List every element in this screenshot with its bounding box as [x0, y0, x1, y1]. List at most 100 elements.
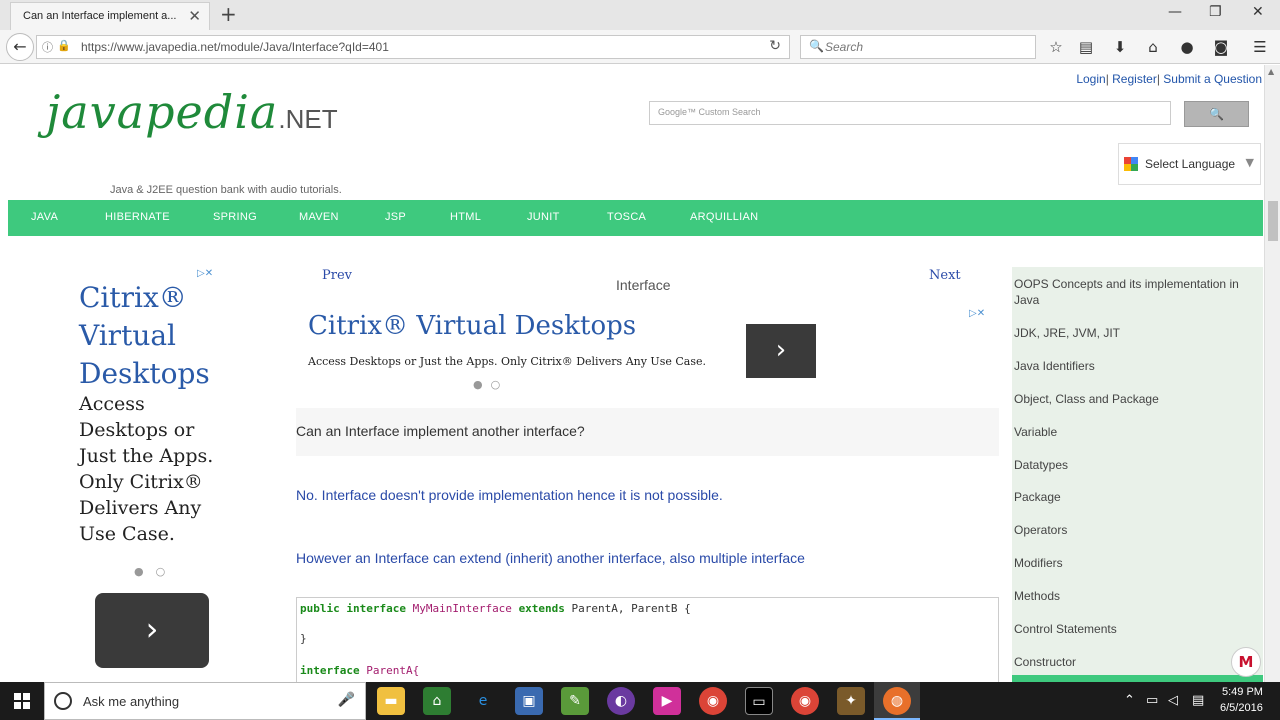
sidebar-item-control-statements[interactable]: Control Statements — [1014, 621, 1254, 637]
ad-choices-icon[interactable]: ▷✕ — [969, 308, 985, 319]
mcafee-icon[interactable]: M — [1231, 647, 1261, 677]
ad-title[interactable]: Citrix® Virtual Desktops — [308, 311, 636, 341]
ad-choices-icon[interactable]: ▷✕ — [197, 268, 213, 279]
url-text[interactable]: https://www.javapedia.net/module/Java/In… — [81, 40, 389, 54]
menu-item-spring[interactable]: SPRING — [213, 211, 257, 223]
cortana-search-input[interactable]: Ask me anything 🎤 — [44, 682, 366, 720]
ad-next-button[interactable]: › — [95, 593, 209, 668]
google-search-button[interactable]: 🔍 — [1184, 101, 1249, 127]
sidebar-item-jdk-jre[interactable]: JDK, JRE, JVM, JIT — [1014, 325, 1254, 341]
maximize-icon[interactable]: ❐ — [1209, 4, 1222, 20]
center-advertisement[interactable]: Citrix® Virtual Desktops Access Desktops… — [296, 305, 1000, 395]
tab-bar: Can an Interface implement a... ✕ + — ❐ … — [0, 0, 1280, 30]
sidebar-item-object-class[interactable]: Object, Class and Package — [1014, 391, 1254, 407]
window-close-icon[interactable]: ✕ — [1252, 4, 1264, 20]
next-link[interactable]: Next — [929, 268, 961, 283]
menu-icon[interactable]: ☰ — [1250, 38, 1270, 56]
sidebar-item-datatypes[interactable]: Datatypes — [1014, 457, 1254, 473]
logo-main: javapedia — [46, 85, 279, 139]
menu-item-jsp[interactable]: JSP — [385, 211, 406, 223]
url-bar[interactable]: ⓘ 🔒 https://www.javapedia.net/module/Jav… — [36, 35, 790, 59]
sidebar-item-methods[interactable]: Methods — [1014, 588, 1254, 604]
microphone-icon[interactable]: 🎤 — [338, 692, 355, 708]
minimize-icon[interactable]: — — [1168, 4, 1182, 20]
search-placeholder: Search — [825, 40, 864, 54]
submit-question-link[interactable]: Submit a Question — [1163, 72, 1262, 86]
sidebar-item-identifiers[interactable]: Java Identifiers — [1014, 358, 1254, 374]
close-icon[interactable]: ✕ — [188, 7, 201, 25]
media-app-icon[interactable]: ▶ — [653, 687, 681, 715]
internet-explorer-icon[interactable]: e — [469, 687, 497, 715]
windows-start-icon[interactable] — [14, 693, 30, 709]
left-advertisement[interactable]: ▷✕ Citrix® Virtual Desktops Access Deskt… — [70, 267, 230, 677]
menu-item-java[interactable]: JAVA — [31, 211, 58, 223]
store-icon[interactable]: ⌂ — [423, 687, 451, 715]
main-menu: JAVA HIBERNATE SPRING MAVEN JSP HTML JUN… — [8, 200, 1263, 236]
chevron-down-icon: ▼ — [1245, 156, 1254, 169]
ad-title[interactable]: Citrix® Virtual Desktops — [79, 279, 229, 393]
notepad-icon[interactable]: ✎ — [561, 687, 589, 715]
reload-icon[interactable]: ↻ — [769, 38, 781, 54]
google-search-placeholder: Google™ Custom Search — [658, 107, 761, 117]
google-search-input[interactable]: Google™ Custom Search — [649, 101, 1171, 125]
tab-title: Can an Interface implement a... — [23, 10, 177, 22]
sidebar-item-operators[interactable]: Operators — [1014, 522, 1254, 538]
question-text: Can an Interface implement another inter… — [296, 423, 585, 439]
topic-title: Interface — [616, 277, 671, 293]
download-icon[interactable]: ⬇ — [1110, 38, 1130, 56]
chrome-alt-icon[interactable]: ◉ — [791, 687, 819, 715]
volume-icon[interactable]: ◁ — [1168, 693, 1178, 708]
sidebar-item-oops[interactable]: OOPS Concepts and its implementation in … — [1014, 276, 1254, 308]
prev-link[interactable]: Prev — [322, 268, 352, 283]
sidebar-item-package[interactable]: Package — [1014, 489, 1254, 505]
file-explorer-icon[interactable]: ▬ — [377, 687, 405, 715]
clock-date[interactable]: 6/5/2016 — [1220, 702, 1263, 714]
eclipse-icon[interactable]: ◐ — [607, 687, 635, 715]
ad-body: Access Desktops or Just the Apps. Only C… — [308, 355, 706, 368]
pocket-icon[interactable]: ◙ — [1211, 38, 1231, 56]
chrome-icon[interactable]: ◉ — [699, 687, 727, 715]
command-prompt-icon[interactable]: ▭ — [745, 687, 773, 715]
bookmark-star-icon[interactable]: ☆ — [1046, 38, 1066, 56]
menu-item-maven[interactable]: MAVEN — [299, 211, 339, 223]
page-scrollbar[interactable]: ▲ — [1264, 65, 1280, 682]
chat-icon[interactable]: ● — [1177, 38, 1197, 56]
sidebar-item-modifiers[interactable]: Modifiers — [1014, 555, 1254, 571]
account-links: Login| Register| Submit a Question — [1076, 72, 1262, 86]
browser-search-input[interactable]: 🔍 Search — [800, 35, 1036, 59]
carousel-dots[interactable]: ●○ — [134, 565, 177, 578]
nav-bar: ← ⓘ 🔒 https://www.javapedia.net/module/J… — [0, 30, 1280, 64]
browser-tab[interactable]: Can an Interface implement a... ✕ — [10, 2, 210, 30]
web-page: Login| Register| Submit a Question javap… — [0, 65, 1280, 682]
site-logo[interactable]: javapedia.NET — [46, 85, 338, 165]
lock-icon[interactable]: 🔒 — [57, 39, 71, 52]
login-link[interactable]: Login — [1076, 72, 1105, 86]
new-tab-icon[interactable]: + — [220, 3, 237, 25]
clock-time[interactable]: 5:49 PM — [1222, 686, 1263, 698]
sidebar-item-constructor[interactable]: Constructor — [1014, 654, 1254, 670]
menu-item-arquillian[interactable]: ARQUILLIAN — [690, 211, 758, 223]
scroll-up-icon[interactable]: ▲ — [1268, 67, 1274, 76]
chevron-up-icon[interactable]: ⌃ — [1124, 693, 1135, 708]
notification-icon[interactable]: ▤ — [1192, 693, 1204, 708]
home-icon[interactable]: ⌂ — [1143, 38, 1163, 56]
menu-item-tosca[interactable]: TOSCA — [607, 211, 646, 223]
scroll-thumb[interactable] — [1268, 201, 1278, 241]
game-app-icon[interactable]: ✦ — [837, 687, 865, 715]
language-select[interactable]: Select Language ▼ — [1118, 143, 1261, 185]
network-icon[interactable]: ▣ — [515, 687, 543, 715]
carousel-dots[interactable]: ●○ — [473, 378, 508, 391]
back-button[interactable]: ← — [6, 33, 34, 61]
battery-icon[interactable]: ▭ — [1146, 693, 1158, 708]
ad-next-button[interactable]: › — [746, 324, 816, 378]
menu-item-hibernate[interactable]: HIBERNATE — [105, 211, 170, 223]
code-block: public interface MyMainInterface extends… — [296, 597, 999, 682]
sidebar-item-variable[interactable]: Variable — [1014, 424, 1254, 440]
info-icon[interactable]: ⓘ — [42, 39, 53, 55]
firefox-icon[interactable]: ◍ — [883, 687, 911, 715]
menu-item-junit[interactable]: JUNIT — [527, 211, 560, 223]
answer-text: No. Interface doesn't provide implementa… — [296, 487, 723, 503]
reading-list-icon[interactable]: ▤ — [1076, 38, 1096, 56]
menu-item-html[interactable]: HTML — [450, 211, 481, 223]
register-link[interactable]: Register — [1112, 72, 1157, 86]
